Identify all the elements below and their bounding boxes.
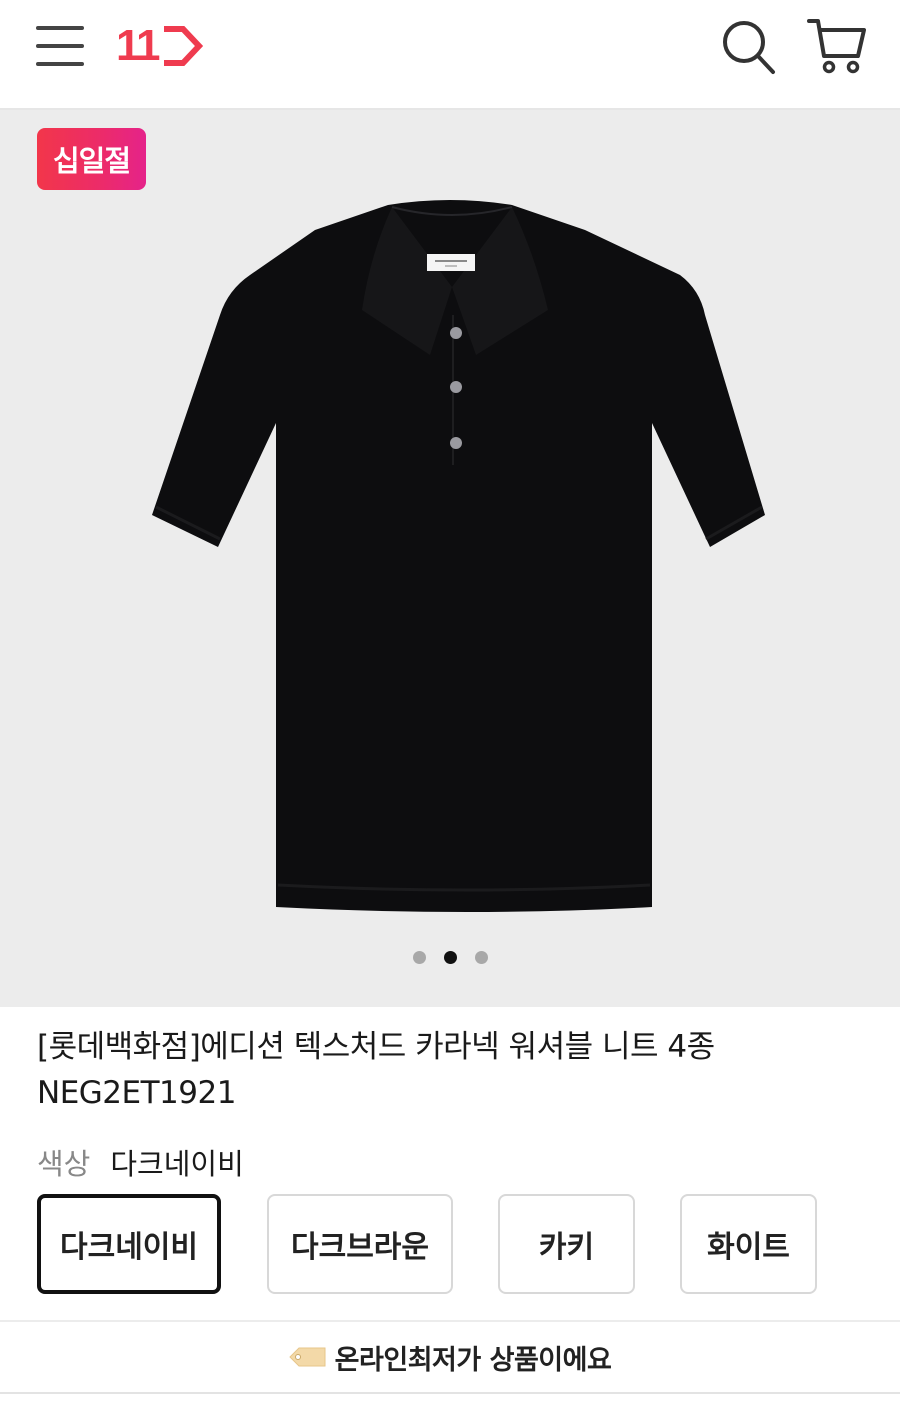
- product-image-gallery[interactable]: 십일절: [0, 110, 900, 1007]
- carousel-dot-3[interactable]: [474, 951, 488, 964]
- lowest-price-banner: 온라인최저가 상품이에요: [0, 1320, 900, 1394]
- shopping-cart-icon[interactable]: [806, 16, 868, 76]
- carousel-dots: [0, 948, 900, 968]
- color-value: 다크네이비: [110, 1147, 244, 1181]
- lowest-price-text: 온라인최저가 상품이에요: [334, 1344, 612, 1376]
- color-option-khaki[interactable]: 카키: [498, 1194, 635, 1294]
- logo[interactable]: 11: [116, 21, 203, 70]
- logo-text: 11: [116, 21, 160, 70]
- search-icon[interactable]: [720, 18, 776, 76]
- color-selected-row: 색상 다크네이비: [37, 1140, 244, 1184]
- hamburger-menu-icon[interactable]: [36, 24, 84, 68]
- logo-arrow-icon: [163, 26, 203, 66]
- carousel-dot-1[interactable]: [412, 951, 426, 964]
- color-option-white[interactable]: 화이트: [680, 1194, 817, 1294]
- product-model-code: NEG2ET1921: [37, 1075, 236, 1111]
- product-title-line1: [롯데백화점]에디션 텍스처드 카라넥 워셔블 니트 4종: [37, 1029, 715, 1065]
- color-label: 색상: [37, 1147, 91, 1181]
- event-badge: 십일절: [37, 128, 146, 190]
- color-option-dark-brown[interactable]: 다크브라운: [267, 1194, 453, 1294]
- price-tag-icon: [288, 1347, 326, 1367]
- top-header: 11: [0, 0, 900, 110]
- color-option-dark-navy[interactable]: 다크네이비: [37, 1194, 221, 1294]
- carousel-dot-2-active[interactable]: [443, 951, 457, 964]
- product-title: [롯데백화점]에디션 텍스처드 카라넥 워셔블 니트 4종 NEG2ET1921: [37, 1024, 867, 1116]
- product-image: [152, 200, 765, 912]
